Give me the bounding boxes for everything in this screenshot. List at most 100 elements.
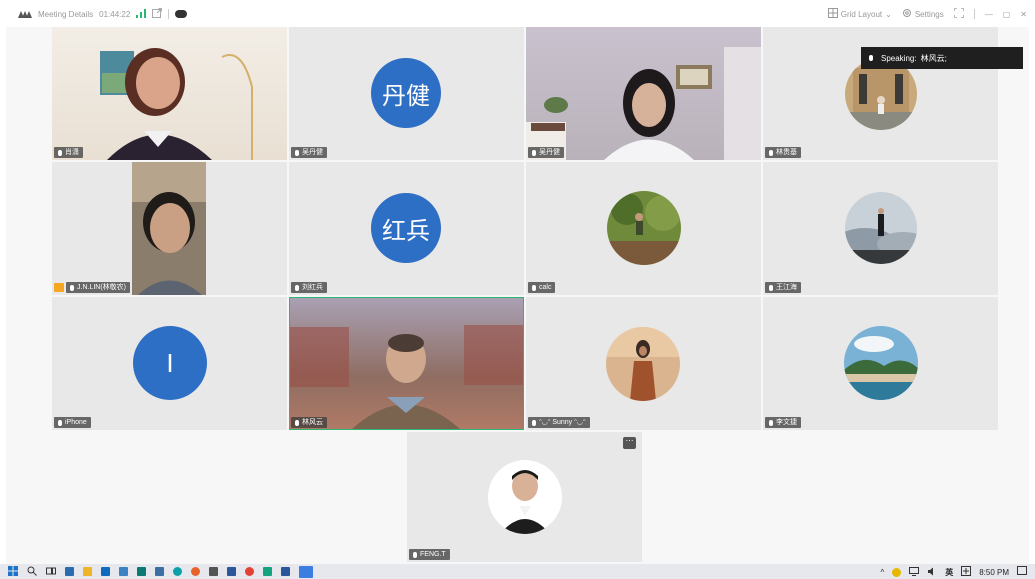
participant-video — [526, 47, 761, 160]
participant-name-tag: ᵔ◡ᵔ Sunny ᵔ◡ᵔ — [528, 417, 590, 428]
taskbar-app-icon[interactable] — [119, 567, 128, 576]
participant-name: J.N.LIN(林敬农) — [77, 284, 126, 291]
divider — [973, 9, 975, 19]
participant-name: FENG.T — [420, 551, 446, 558]
speaking-label: Speaking: — [881, 53, 917, 63]
grid-layout-button[interactable]: Grid Layout ⌄ — [827, 8, 892, 20]
taskbar-app-icon[interactable] — [191, 567, 200, 576]
taskbar-app-icon[interactable] — [65, 567, 74, 576]
close-icon[interactable]: ✕ — [1020, 10, 1027, 19]
mic-muted-icon — [532, 149, 536, 156]
network-icon[interactable] — [909, 566, 920, 578]
taskbar-app-icon[interactable] — [137, 567, 146, 576]
participant-name-tag: 林贵基 — [765, 147, 801, 158]
grid-layout-label: Grid Layout — [840, 9, 883, 19]
title-bar: Meeting Details 01:44:22 Grid Layout ⌄ S… — [0, 0, 1035, 27]
chevron-up-icon[interactable]: ^ — [880, 568, 884, 577]
participant-name-tag: 吴丹健 — [291, 147, 327, 158]
taskbar-app-icon[interactable] — [245, 567, 254, 576]
mic-muted-icon — [413, 551, 417, 558]
video-tile[interactable]: I iPhone — [52, 297, 287, 430]
participant-name-tag: 刘红兵 — [291, 282, 327, 293]
mic-active-icon — [295, 419, 299, 426]
fullscreen-icon[interactable] — [953, 8, 964, 20]
participant-video — [289, 325, 524, 430]
participant-name: 刘红兵 — [302, 284, 323, 291]
mic-icon — [70, 284, 74, 291]
mic-muted-icon — [769, 284, 773, 291]
clock-time[interactable]: 8:50 PM — [979, 568, 1009, 577]
video-tile[interactable]: ⋯ FENG.T — [407, 432, 642, 562]
taskbar-app-icon[interactable] — [227, 567, 236, 576]
signal-icon — [136, 8, 147, 20]
taskbar-app-icon[interactable] — [173, 567, 182, 576]
ime-mode-icon[interactable] — [961, 566, 972, 578]
video-tile[interactable]: 王江海 — [763, 162, 998, 295]
participant-name-tag: calc — [528, 282, 556, 293]
mic-muted-icon — [58, 419, 62, 426]
taskbar-app-icon[interactable] — [101, 567, 110, 576]
participant-name: 吴丹健 — [302, 149, 323, 156]
cloud-record-icon[interactable] — [175, 10, 188, 18]
minimize-icon[interactable]: — — [985, 10, 993, 19]
taskbar-app-icon-active[interactable] — [299, 565, 313, 578]
video-tile[interactable]: 吴丹健 — [526, 27, 761, 160]
video-tile[interactable]: 红兵 刘红兵 — [289, 162, 524, 295]
meeting-details-link[interactable]: Meeting Details — [38, 10, 93, 19]
taskbar-app-icon[interactable] — [83, 567, 92, 576]
speaking-indicator: Speaking: 林风云; — [861, 47, 1023, 69]
participant-name-tag: 肖潇 — [54, 147, 83, 158]
video-tile[interactable]: 丹健 吴丹健 — [289, 27, 524, 160]
video-tile[interactable]: 李文捷 — [763, 297, 998, 430]
participant-avatar — [845, 192, 917, 264]
video-tile[interactable]: J.N.LIN(林敬农) — [52, 162, 287, 295]
meeting-timer: 01:44:22 — [99, 9, 131, 19]
host-badge-icon — [54, 283, 64, 292]
participant-name-tag: FENG.T — [409, 549, 450, 560]
taskbar-app-icon[interactable] — [155, 567, 164, 576]
tray-app-icon[interactable] — [892, 567, 902, 577]
participant-name: calc — [539, 284, 552, 291]
video-tile-active-speaker[interactable]: 林风云 — [289, 297, 524, 430]
notification-icon[interactable] — [1017, 566, 1027, 578]
maximize-icon[interactable]: ▢ — [1003, 10, 1011, 19]
volume-icon[interactable] — [927, 567, 937, 578]
participant-name-tag: iPhone — [54, 417, 91, 428]
chevron-down-icon: ⌄ — [885, 9, 892, 19]
participant-name: 肖潇 — [65, 149, 79, 156]
avatar-initials: I — [133, 326, 207, 400]
search-icon[interactable] — [27, 566, 37, 578]
participant-name: 李文捷 — [776, 419, 797, 426]
participant-name: 王江海 — [776, 284, 797, 291]
speaker-name: 林风云; — [920, 53, 947, 63]
taskbar-app-icon[interactable] — [263, 567, 272, 576]
participant-avatar — [606, 327, 680, 401]
windows-start-icon[interactable] — [8, 565, 18, 578]
participant-name-tag: 吴丹健 — [528, 147, 564, 158]
task-view-icon[interactable] — [46, 566, 56, 578]
participant-avatar — [488, 460, 562, 534]
video-tile[interactable]: 肖潇 — [52, 27, 287, 160]
taskbar-app-icon[interactable] — [281, 567, 290, 576]
participant-video — [132, 162, 206, 295]
taskbar-app-icon[interactable] — [209, 567, 218, 576]
app-logo-icon — [18, 10, 32, 18]
settings-button[interactable]: Settings — [902, 8, 944, 20]
share-icon[interactable] — [152, 8, 163, 20]
avatar-initials: 红兵 — [371, 193, 441, 263]
participant-avatar — [844, 326, 918, 400]
more-options-button[interactable]: ⋯ — [623, 437, 636, 449]
avatar-initials: 丹健 — [371, 58, 441, 128]
participant-name: 吴丹健 — [539, 149, 560, 156]
mic-icon — [532, 284, 536, 291]
ime-language[interactable]: 英 — [945, 567, 953, 578]
participant-name-tag: 李文捷 — [765, 417, 801, 428]
participant-video — [100, 48, 253, 160]
video-tile[interactable]: ᵔ◡ᵔ Sunny ᵔ◡ᵔ — [526, 297, 761, 430]
participant-name: 林风云 — [302, 419, 323, 426]
divider — [168, 9, 170, 19]
video-tile[interactable]: calc — [526, 162, 761, 295]
mic-muted-icon — [769, 149, 773, 156]
mic-muted-icon — [769, 419, 773, 426]
video-grid: 肖潇 丹健 吴丹健 吴丹健 林贵基 J.N.LIN(林敬农) 红兵 刘红兵 ca… — [6, 27, 1029, 564]
